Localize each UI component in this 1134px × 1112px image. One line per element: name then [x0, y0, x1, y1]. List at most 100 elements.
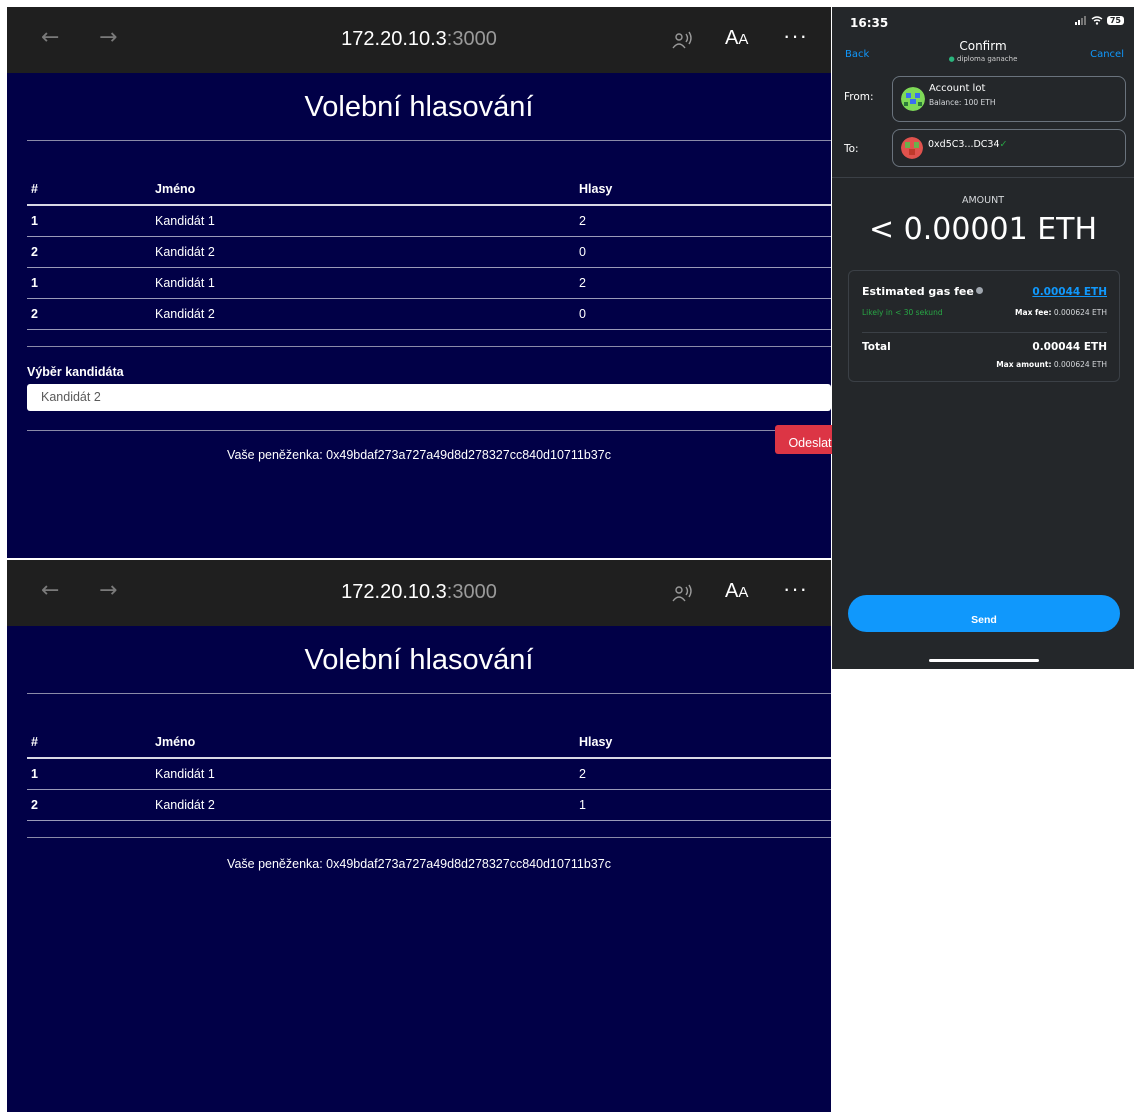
row-votes: 2 — [575, 205, 831, 237]
gas-fee-title: Estimated gas fee — [862, 285, 983, 298]
amount-label: AMOUNT — [961, 195, 1005, 206]
total-label: Total — [862, 341, 891, 353]
table-header-row: # Jméno Hlasy — [27, 727, 831, 759]
back-arrow-icon[interactable]: ← — [41, 25, 59, 50]
max-amount: Max amount: 0.000624 ETH — [996, 360, 1107, 369]
wallet-confirm-screen: 16:35 75 Back Cancel Confirm ● diploma g… — [832, 7, 1134, 669]
divider — [27, 140, 831, 141]
read-aloud-icon[interactable] — [671, 582, 693, 604]
table-row: 1 Kandidát 1 2 — [27, 267, 831, 299]
network-name: diploma ganache — [956, 55, 1018, 63]
back-arrow-icon[interactable]: ← — [41, 578, 59, 603]
page-title: Volební hlasování — [304, 91, 534, 123]
table-row: 1 Kandidát 1 2 — [27, 758, 831, 790]
row-votes: 1 — [575, 789, 831, 821]
url-host[interactable]: 172.20.10.3 — [341, 28, 447, 50]
voting-page: Volební hlasování # Jméno Hlasy 1 Kandid… — [7, 73, 831, 558]
candidates-table: # Jméno Hlasy 1 Kandidát 1 2 2 Kandidát … — [27, 727, 831, 821]
column-header-number: # — [27, 174, 151, 206]
forward-arrow-icon[interactable]: → — [99, 25, 117, 50]
read-aloud-icon[interactable] — [671, 29, 693, 51]
recipient-address: 0xd5C3...DC34✓ — [928, 139, 1008, 150]
row-number: 1 — [27, 267, 151, 299]
divider — [832, 177, 1134, 178]
address-bar: 172.20.10.3:3000 — [7, 28, 831, 51]
divider — [862, 332, 1107, 333]
column-header-votes: Hlasy — [575, 727, 831, 759]
row-name: Kandidát 2 — [151, 789, 575, 821]
table-row: 2 Kandidát 2 0 — [27, 236, 831, 268]
submit-vote-button[interactable]: Odeslat — [775, 425, 835, 454]
wifi-icon — [1091, 16, 1103, 25]
row-number: 2 — [27, 298, 151, 330]
text-size-icon[interactable]: AA — [725, 27, 748, 50]
info-icon[interactable] — [975, 287, 983, 294]
column-header-name: Jméno — [151, 727, 575, 759]
max-fee: Max fee: 0.000624 ETH — [1015, 308, 1107, 317]
voting-page: Volební hlasování # Jméno Hlasy 1 Kandid… — [7, 626, 831, 1112]
total-value: 0.00044 ETH — [1032, 341, 1107, 353]
candidates-table: # Jméno Hlasy 1 Kandidát 1 2 2 Kandidát … — [27, 174, 831, 330]
address-bar: 172.20.10.3:3000 — [7, 581, 831, 604]
fee-speed-text: Likely in < 30 sekund — [862, 308, 943, 317]
network-indicator: ● diploma ganache — [832, 55, 1134, 63]
to-label: To: — [844, 143, 859, 155]
more-options-icon[interactable]: ··· — [783, 576, 808, 602]
row-number: 2 — [27, 789, 151, 821]
fee-card: Estimated gas fee 0.00044 ETH Likely in … — [848, 270, 1120, 382]
divider — [27, 693, 831, 694]
account-name: Account lot — [929, 83, 986, 94]
wallet-address: Vaše peněženka: 0x49bdaf273a727a49d8d278… — [227, 448, 611, 462]
network-dot-icon: ● — [948, 55, 957, 63]
row-name: Kandidát 1 — [151, 267, 575, 299]
status-icons: 75 — [1074, 16, 1124, 25]
page-title: Volební hlasování — [304, 644, 534, 676]
browser-window-top: ← → 172.20.10.3:3000 AA ··· Volební hlas… — [7, 7, 831, 558]
recipient-avatar-icon — [901, 137, 923, 159]
row-name: Kandidát 2 — [151, 236, 575, 268]
gas-fee-value[interactable]: 0.00044 ETH — [1032, 286, 1107, 298]
row-number: 2 — [27, 236, 151, 268]
row-number: 1 — [27, 205, 151, 237]
account-avatar-icon — [901, 87, 925, 111]
screen-title: Confirm — [959, 39, 1007, 53]
row-name: Kandidát 1 — [151, 758, 575, 790]
row-votes: 2 — [575, 267, 831, 299]
browser-toolbar: ← → 172.20.10.3:3000 AA ··· — [7, 7, 831, 73]
candidate-select[interactable]: Kandidát 2 — [27, 384, 831, 411]
from-label: From: — [844, 91, 874, 103]
wallet-address: Vaše peněženka: 0x49bdaf273a727a49d8d278… — [227, 857, 611, 871]
signal-icon — [1074, 16, 1086, 25]
url-host[interactable]: 172.20.10.3 — [341, 581, 447, 603]
table-header-row: # Jméno Hlasy — [27, 174, 831, 206]
table-row: 2 Kandidát 2 0 — [27, 298, 831, 330]
to-address-box[interactable]: 0xd5C3...DC34✓ — [892, 129, 1126, 167]
browser-window-bottom: ← → 172.20.10.3:3000 AA ··· Volební hlas… — [7, 560, 831, 1112]
row-votes: 0 — [575, 298, 831, 330]
divider — [27, 346, 831, 347]
divider — [27, 430, 831, 431]
status-time: 16:35 — [850, 16, 889, 30]
battery-icon: 75 — [1106, 16, 1124, 25]
more-options-icon[interactable]: ··· — [783, 23, 808, 49]
amount-value: < 0.00001 ETH — [868, 212, 1098, 247]
verified-check-icon: ✓ — [999, 139, 1008, 150]
account-balance: Balance: 100 ETH — [929, 98, 996, 107]
candidate-select-label: Výběr kandidáta — [27, 365, 124, 379]
text-size-icon[interactable]: AA — [725, 580, 748, 603]
row-name: Kandidát 2 — [151, 298, 575, 330]
forward-arrow-icon[interactable]: → — [99, 578, 117, 603]
divider — [27, 837, 831, 838]
row-votes: 2 — [575, 758, 831, 790]
send-button[interactable]: Send — [848, 595, 1120, 632]
row-name: Kandidát 1 — [151, 205, 575, 237]
from-account-box[interactable]: Account lot Balance: 100 ETH — [892, 76, 1126, 122]
column-header-votes: Hlasy — [575, 174, 831, 206]
row-number: 1 — [27, 758, 151, 790]
table-row: 2 Kandidát 2 1 — [27, 789, 831, 821]
column-header-name: Jméno — [151, 174, 575, 206]
home-indicator — [929, 659, 1039, 662]
url-port[interactable]: :3000 — [447, 28, 497, 50]
url-port[interactable]: :3000 — [447, 581, 497, 603]
browser-toolbar: ← → 172.20.10.3:3000 AA ··· — [7, 560, 831, 626]
